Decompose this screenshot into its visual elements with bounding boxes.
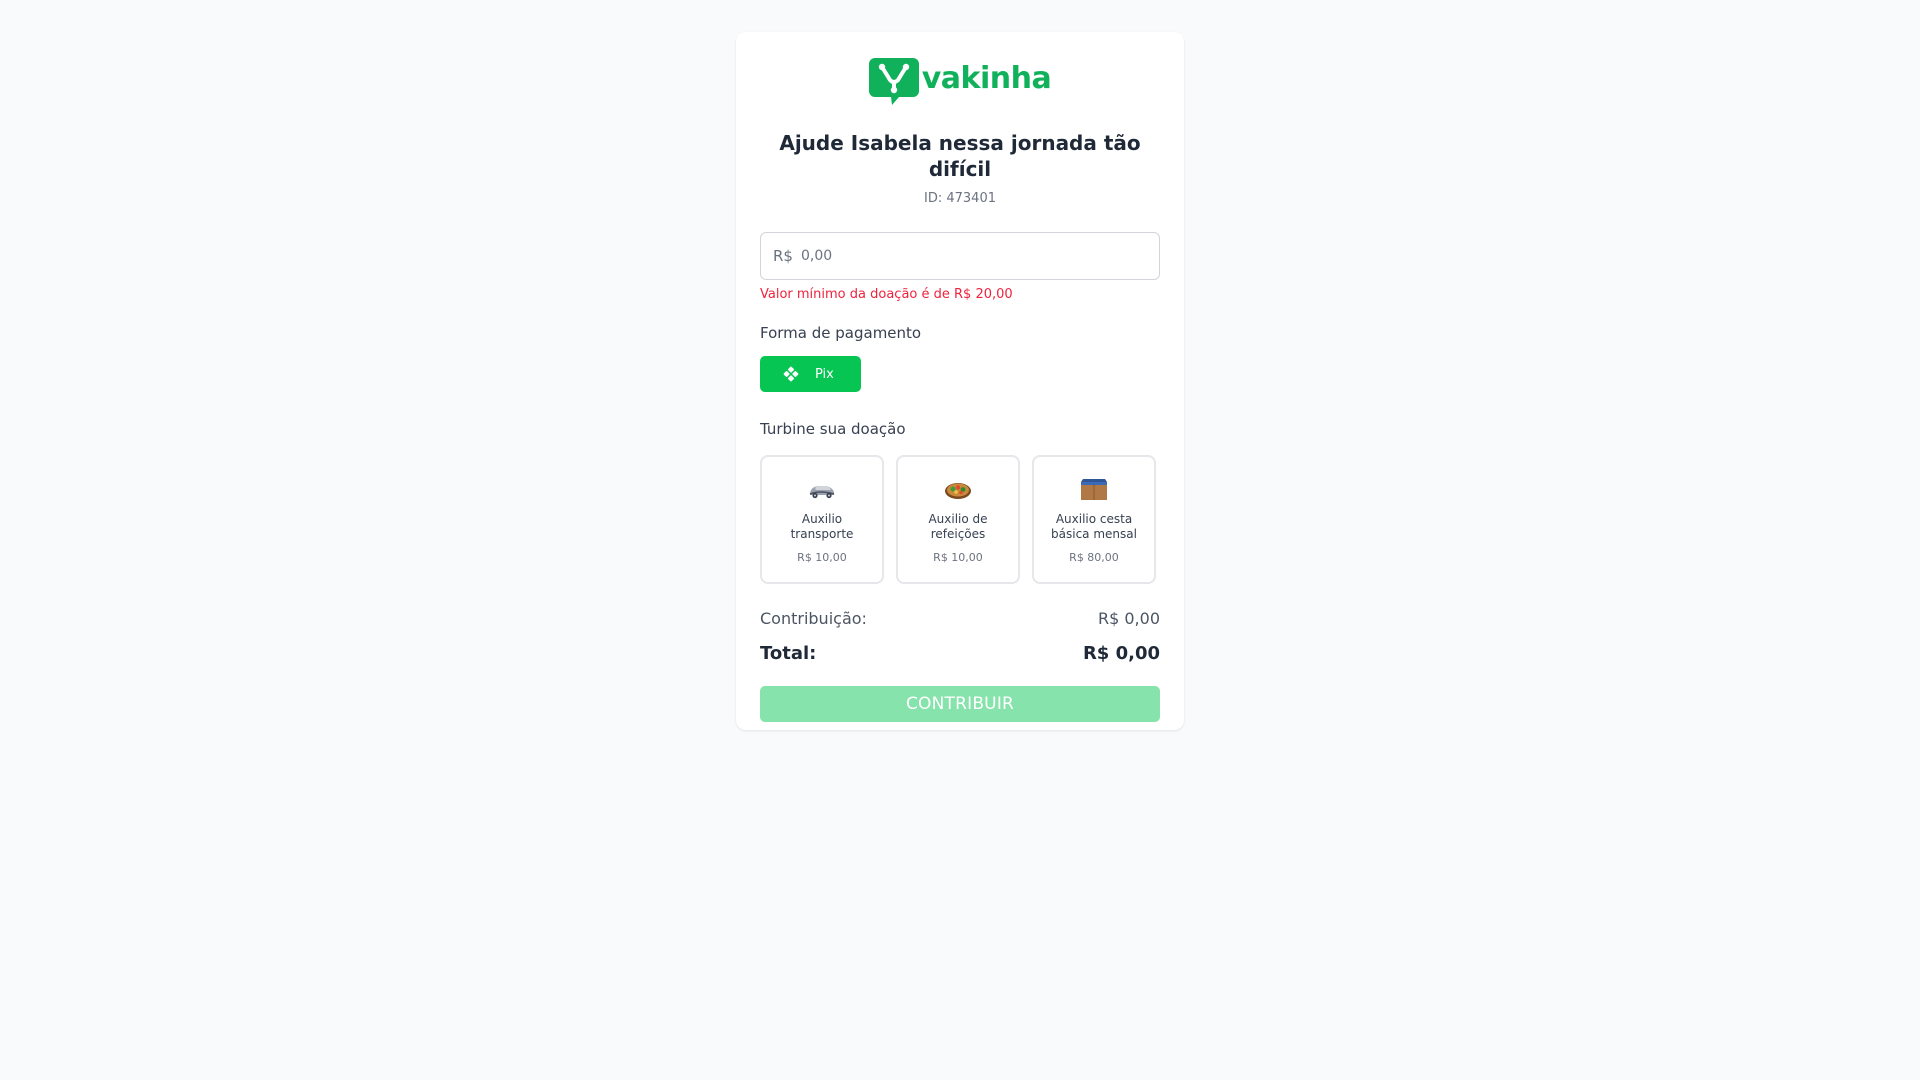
boost-options: Auxilio transporte R$ 10,00 Auxilio de r… [760, 455, 1160, 584]
vakinha-logo-icon [868, 57, 919, 105]
donation-card: vakinha Ajude Isabela nessa jornada tão … [736, 32, 1184, 730]
meal-icon [945, 483, 971, 499]
pix-icon [783, 366, 799, 382]
currency-prefix: R$ [773, 247, 793, 265]
donation-amount-field[interactable]: R$ [760, 232, 1160, 280]
car-icon [809, 485, 835, 499]
total-summary: Total: R$ 0,00 [760, 642, 1160, 666]
box-icon [1080, 479, 1108, 500]
boost-option-price: R$ 80,00 [1069, 551, 1119, 564]
boost-option-meals[interactable]: Auxilio de refeições R$ 10,00 [896, 455, 1020, 584]
pix-label: Pix [815, 366, 834, 382]
total-value: R$ 0,00 [1082, 643, 1160, 664]
boost-option-transport[interactable]: Auxilio transporte R$ 10,00 [760, 455, 884, 584]
payment-method-label: Forma de pagamento [760, 324, 922, 342]
boost-option-name: Auxilio de refeições [928, 512, 988, 541]
boost-option-name: Auxilio transporte [790, 512, 854, 541]
donation-amount-input[interactable] [800, 248, 1147, 264]
contribution-label: Contribuição: [760, 609, 867, 628]
boost-option-price: R$ 10,00 [933, 551, 983, 564]
logo-container: vakinha [760, 56, 1160, 106]
campaign-id: ID: 473401 [924, 191, 996, 206]
contribution-value: R$ 0,00 [1097, 609, 1160, 628]
pix-payment-button[interactable]: Pix [760, 356, 861, 392]
brand-name: vakinha [921, 61, 1052, 96]
boost-option-price: R$ 10,00 [797, 551, 847, 564]
boost-option-name: Auxilio cesta básica mensal [1051, 512, 1137, 541]
total-label: Total: [760, 643, 817, 664]
vakinha-logo[interactable]: vakinha [868, 57, 1052, 105]
boost-donation-label: Turbine sua doação [760, 420, 906, 438]
contribute-button[interactable]: CONTRIBUIR [760, 686, 1160, 722]
minimum-donation-error: Valor mínimo da doação é de R$ 20,00 [760, 287, 1013, 302]
campaign-title: Ajude Isabela nessa jornada tão difícil [779, 131, 1141, 181]
contribution-summary: Contribuição: R$ 0,00 [760, 608, 1160, 630]
boost-option-basic-basket[interactable]: Auxilio cesta básica mensal R$ 80,00 [1032, 455, 1156, 584]
